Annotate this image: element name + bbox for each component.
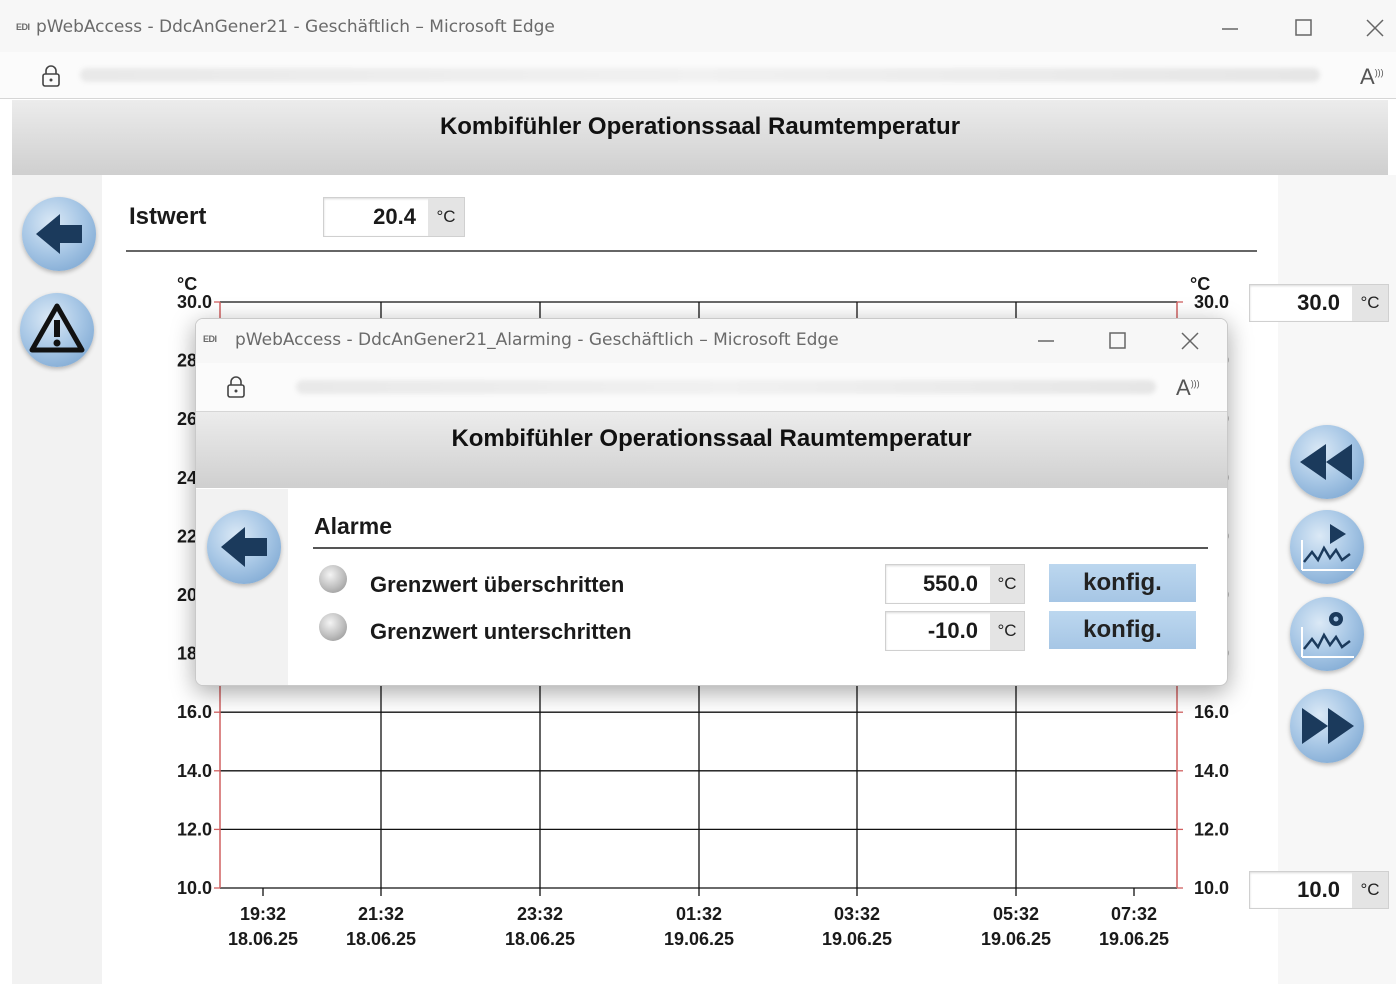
x-tick-time: 21:32	[358, 904, 404, 924]
alarm-popup-window: EDI pWebAccess - DdcAnGener21_Alarming -…	[195, 318, 1228, 686]
alarm-lower-value-field[interactable]: -10.0 °C	[885, 611, 1025, 651]
popup-app-logo: EDI	[203, 334, 217, 344]
alarm-upper-value-field[interactable]: 550.0 °C	[885, 564, 1025, 604]
right-axis-unit: °C	[1190, 274, 1210, 294]
x-tick-time: 01:32	[676, 904, 722, 924]
address-bar[interactable]: A)))	[0, 52, 1396, 99]
y-tick-label-left: 30.0	[177, 292, 212, 312]
popup-titlebar: EDI pWebAccess - DdcAnGener21_Alarming -…	[196, 319, 1227, 363]
popup-url-field[interactable]	[296, 380, 1156, 394]
alarm-upper-unit: °C	[990, 565, 1024, 603]
alarm-upper-value: 550.0	[922, 571, 978, 596]
popup-maximize-icon[interactable]	[1108, 331, 1128, 351]
popup-address-bar[interactable]: A)))	[196, 363, 1227, 412]
x-tick-time: 05:32	[993, 904, 1039, 924]
popup-header-title: Kombifühler Operationssaal Raumtemperatu…	[451, 425, 972, 452]
y-tick-label-left: 10.0	[177, 878, 212, 898]
arrow-left-icon	[36, 214, 82, 254]
x-tick-date: 19.06.25	[1099, 929, 1169, 949]
left-axis-unit: °C	[177, 274, 197, 294]
min-value: 10.0	[1297, 877, 1340, 902]
window-title: pWebAccess - DdcAnGener21 - Geschäftlich…	[36, 17, 555, 37]
alarm-lower-value: -10.0	[927, 618, 978, 643]
app-logo: EDI	[16, 22, 30, 32]
back-button[interactable]	[22, 197, 96, 271]
x-tick-time: 19:32	[240, 904, 286, 924]
popup-read-aloud-icon[interactable]: A)))	[1176, 375, 1200, 401]
alarm-button[interactable]	[20, 293, 94, 367]
x-tick-date: 18.06.25	[346, 929, 416, 949]
popup-back-button[interactable]	[207, 510, 281, 584]
browser-titlebar: EDI pWebAccess - DdcAnGener21 - Geschäft…	[0, 0, 1396, 52]
konfig-button-upper[interactable]: konfig.	[1049, 564, 1196, 602]
max-value: 30.0	[1297, 290, 1340, 315]
y-tick-label-right: 10.0	[1194, 878, 1229, 898]
page-header: Kombifühler Operationssaal Raumtemperatu…	[12, 100, 1388, 175]
alarm-status-led	[319, 613, 347, 641]
fast-forward-icon	[1302, 708, 1354, 744]
page-title: Kombifühler Operationssaal Raumtemperatu…	[439, 113, 961, 140]
chart-x-tick-labels: 19:32 18.06.25 21:32 18.06.25 23:32 18.06.25 0…	[228, 888, 1169, 949]
rewind-button[interactable]	[1290, 425, 1364, 499]
trend-settings-icon	[1301, 612, 1354, 658]
fast-forward-button[interactable]	[1290, 689, 1364, 763]
x-tick-date: 19.06.25	[664, 929, 734, 949]
close-icon[interactable]	[1364, 17, 1386, 39]
istwert-value: 20.4	[373, 204, 416, 229]
x-tick-time: 07:32	[1111, 904, 1157, 924]
y-tick-label-right: 16.0	[1194, 702, 1229, 722]
max-unit: °C	[1352, 285, 1388, 321]
alarm-label-upper: Grenzwert überschritten	[370, 572, 625, 597]
warning-icon	[29, 303, 85, 353]
min-value-field[interactable]: 10.0 °C	[1249, 871, 1389, 909]
x-tick-date: 19.06.25	[981, 929, 1051, 949]
minimize-icon[interactable]	[1220, 18, 1240, 38]
istwert-field: 20.4 °C	[323, 197, 465, 237]
alarm-status-led	[319, 565, 347, 593]
min-unit: °C	[1352, 872, 1388, 908]
trend-play-button[interactable]	[1290, 510, 1364, 584]
y-tick-label-right: 12.0	[1194, 819, 1229, 839]
y-tick-label-right: 30.0	[1194, 292, 1229, 312]
y-tick-label-left: 14.0	[177, 761, 212, 781]
x-tick-time: 03:32	[834, 904, 880, 924]
popup-arrow-left-icon	[221, 527, 267, 567]
rewind-icon	[1300, 444, 1352, 480]
url-field[interactable]	[80, 68, 1320, 82]
alarms-heading: Alarme	[314, 513, 392, 539]
istwert-unit: °C	[428, 198, 464, 236]
y-tick-label-left: 12.0	[177, 819, 212, 839]
istwert-label: Istwert	[129, 203, 207, 230]
x-tick-date: 18.06.25	[228, 929, 298, 949]
y-tick-label-right: 14.0	[1194, 761, 1229, 781]
lock-icon	[42, 65, 60, 87]
read-aloud-icon[interactable]: A)))	[1360, 64, 1384, 90]
maximize-icon[interactable]	[1294, 18, 1314, 38]
alarms-divider	[313, 547, 1208, 549]
popup-minimize-icon[interactable]	[1036, 331, 1056, 351]
alarm-label-lower: Grenzwert unterschritten	[370, 619, 632, 644]
popup-close-icon[interactable]	[1179, 330, 1201, 352]
trend-play-icon	[1301, 524, 1354, 571]
popup-window-title: pWebAccess - DdcAnGener21_Alarming - Ges…	[235, 330, 839, 350]
trend-settings-button[interactable]	[1290, 597, 1364, 671]
max-value-field[interactable]: 30.0 °C	[1249, 284, 1389, 322]
popup-lock-icon	[227, 376, 245, 398]
y-tick-label-left: 16.0	[177, 702, 212, 722]
x-tick-date: 18.06.25	[505, 929, 575, 949]
alarm-lower-unit: °C	[990, 612, 1024, 650]
x-tick-date: 19.06.25	[822, 929, 892, 949]
popup-header: Kombifühler Operationssaal Raumtemperatu…	[196, 412, 1227, 488]
konfig-button-lower[interactable]: konfig.	[1049, 611, 1196, 649]
istwert-divider	[126, 250, 1257, 252]
x-tick-time: 23:32	[517, 904, 563, 924]
